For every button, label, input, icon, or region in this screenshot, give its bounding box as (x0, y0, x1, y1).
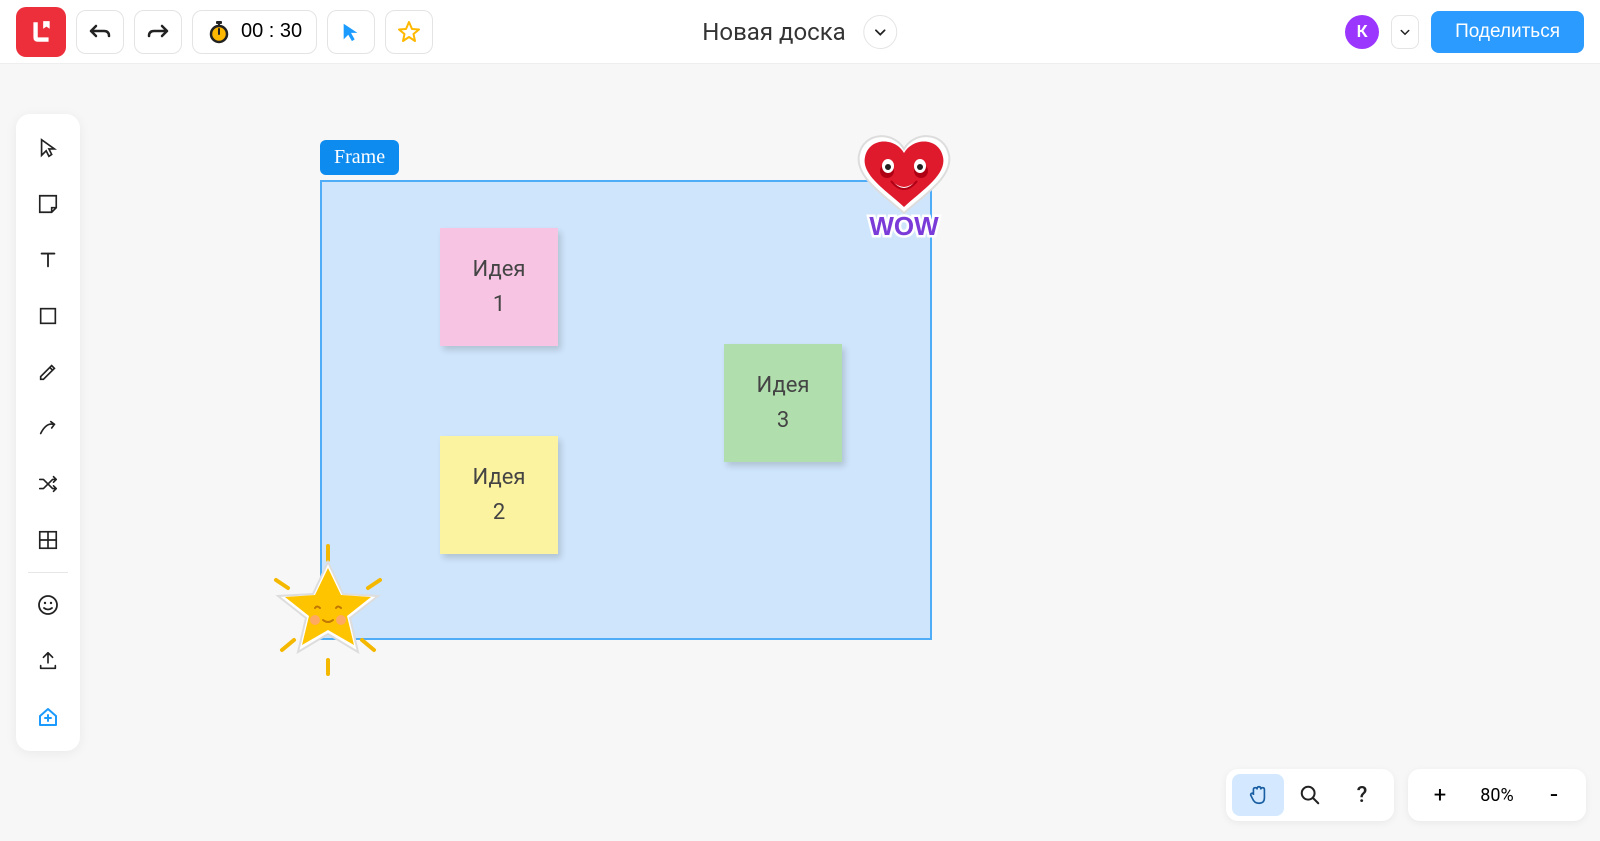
app-logo[interactable] (16, 7, 66, 57)
upload-icon (37, 650, 59, 672)
sticky-note-2[interactable]: Идея 2 (440, 436, 558, 554)
pen-icon (37, 361, 59, 383)
upload-tool[interactable] (20, 633, 76, 689)
logo-icon (28, 19, 54, 45)
zoom-level[interactable]: 80% (1466, 785, 1528, 806)
select-tool[interactable] (20, 120, 76, 176)
board-title-wrap: Новая доска (702, 15, 897, 49)
user-menu-dropdown[interactable] (1391, 15, 1419, 49)
zoom-group: + 80% - (1408, 769, 1586, 821)
zoom-out-button[interactable]: - (1528, 774, 1580, 816)
share-button[interactable]: Поделиться (1431, 11, 1584, 53)
presentation-pointer-icon (340, 21, 362, 43)
toolbar-separator (28, 572, 68, 573)
star-sticker-icon (258, 540, 398, 680)
navigation-group: ? (1226, 769, 1394, 821)
sticky-note-3[interactable]: Идея 3 (724, 344, 842, 462)
text-icon (37, 249, 59, 271)
header-right: К Поделиться (1345, 11, 1584, 53)
pan-hand-button[interactable] (1232, 774, 1284, 816)
note-icon (37, 193, 59, 215)
heart-sticker-icon: WOW (839, 125, 969, 255)
timer-button[interactable]: 00 : 30 (192, 10, 317, 54)
pen-tool[interactable] (20, 344, 76, 400)
search-icon (1299, 784, 1321, 806)
sticky-note-1[interactable]: Идея 1 (440, 228, 558, 346)
bottom-controls: ? + 80% - (1226, 769, 1586, 821)
chevron-down-icon (1399, 26, 1411, 38)
redo-button[interactable] (134, 10, 182, 54)
user-avatar[interactable]: К (1345, 15, 1379, 49)
add-home-icon (36, 705, 60, 729)
sticky-note-tool[interactable] (20, 176, 76, 232)
board-title-dropdown[interactable] (864, 15, 898, 49)
text-tool[interactable] (20, 232, 76, 288)
board-title[interactable]: Новая доска (702, 18, 845, 46)
stopwatch-icon (207, 20, 231, 44)
emoji-icon (36, 593, 60, 617)
add-tool[interactable] (20, 689, 76, 745)
undo-icon (88, 22, 112, 42)
shape-tool[interactable] (20, 288, 76, 344)
avatar-initial: К (1357, 22, 1368, 42)
presentation-pointer-button[interactable] (327, 10, 375, 54)
help-button[interactable]: ? (1336, 774, 1388, 816)
undo-button[interactable] (76, 10, 124, 54)
sticker-tool[interactable] (20, 577, 76, 633)
left-toolbar (16, 114, 80, 751)
connector-tool[interactable] (20, 400, 76, 456)
top-bar: 00 : 30 Новая доска К Поделиться (0, 0, 1600, 64)
search-button[interactable] (1284, 774, 1336, 816)
shuffle-tool[interactable] (20, 456, 76, 512)
star-sticker[interactable] (258, 540, 398, 680)
frame-label[interactable]: Frame (320, 140, 399, 175)
chevron-down-icon (874, 25, 888, 39)
heart-text: WOW (869, 211, 939, 241)
grid-icon (37, 529, 59, 551)
cursor-icon (37, 137, 59, 159)
arrow-curve-icon (37, 417, 59, 439)
hand-icon (1247, 784, 1269, 806)
heart-wow-sticker[interactable]: WOW (836, 122, 972, 258)
templates-tool[interactable] (20, 512, 76, 568)
square-icon (37, 305, 59, 327)
zoom-in-button[interactable]: + (1414, 774, 1466, 816)
favorite-button[interactable] (385, 10, 433, 54)
star-icon (397, 20, 421, 44)
redo-icon (146, 22, 170, 42)
timer-text: 00 : 30 (241, 20, 302, 43)
shuffle-icon (37, 473, 59, 495)
